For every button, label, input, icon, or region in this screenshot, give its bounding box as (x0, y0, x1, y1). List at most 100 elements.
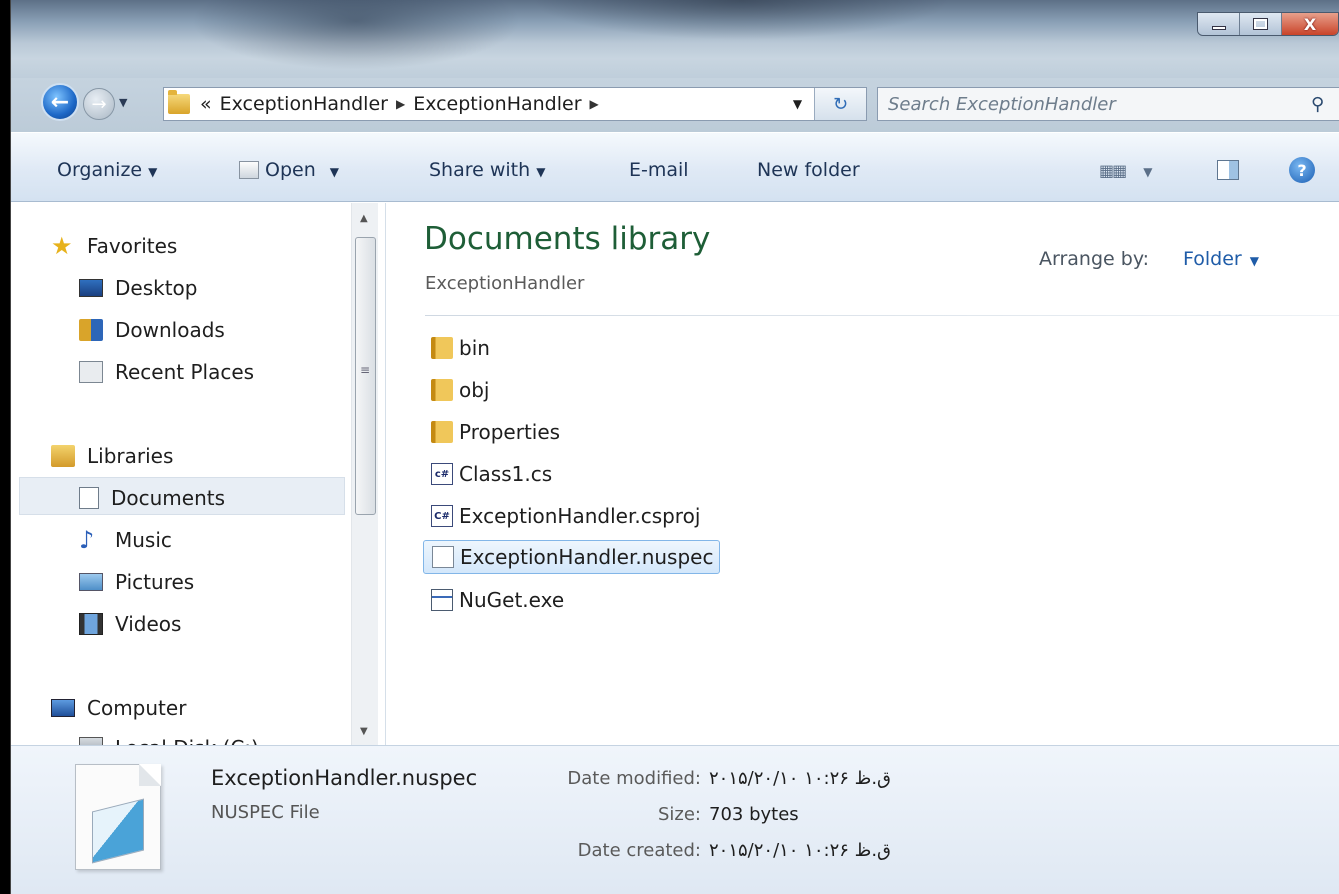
email-label: E-mail (629, 159, 689, 181)
search-input[interactable]: Search ExceptionHandler (888, 94, 1311, 115)
file-item-class1-cs[interactable]: c# Class1.cs (423, 457, 558, 491)
divider (425, 315, 1339, 316)
organize-button[interactable]: Organize ▼ (57, 159, 157, 181)
nav-scrollbar[interactable]: ▲ ≡ ▼ (351, 203, 378, 745)
breadcrumb-item[interactable]: ExceptionHandler (413, 93, 581, 115)
size-label: Size: (657, 804, 701, 825)
search-icon[interactable]: ⚲ (1311, 94, 1339, 115)
file-name: NuGet.exe (459, 588, 565, 612)
maximize-icon (1253, 18, 1268, 30)
nav-recent-places[interactable]: Recent Places (79, 357, 254, 387)
date-created-value[interactable]: ۲۰۱۵/۲۰/۱۰ ق.ظ ۱۰:۲۶ (709, 840, 891, 861)
address-bar[interactable]: « ExceptionHandler ▶ ExceptionHandler ▶ … (163, 87, 867, 121)
file-name: obj (459, 378, 490, 402)
close-button[interactable]: X (1282, 13, 1338, 35)
file-name: Properties (459, 420, 561, 444)
libraries-icon (51, 445, 75, 467)
computer-icon (51, 699, 75, 717)
videos-icon (79, 613, 103, 635)
nav-label: Computer (87, 696, 187, 720)
file-list-pane: Documents library ExceptionHandler Arran… (387, 203, 1339, 745)
file-item-properties[interactable]: Properties (423, 415, 566, 449)
maximize-button[interactable] (1240, 13, 1282, 35)
desktop-icon (79, 279, 103, 297)
file-preview-icon (75, 764, 161, 870)
preview-pane-icon[interactable] (1217, 160, 1239, 180)
file-item-nuget-exe[interactable]: NuGet.exe (423, 583, 570, 617)
date-modified-value[interactable]: ۲۰۱۵/۲۰/۱۰ ق.ظ ۱۰:۲۶ (709, 768, 891, 789)
downloads-icon (79, 319, 103, 341)
search-box[interactable]: Search ExceptionHandler ⚲ (877, 87, 1339, 121)
share-with-button[interactable]: Share with ▼ (429, 159, 545, 181)
nav-local-disk[interactable]: Local Disk (C:) (79, 733, 259, 745)
scroll-down-icon[interactable]: ▼ (360, 726, 368, 737)
open-button[interactable]: Open ▼ (239, 159, 339, 181)
file-name: Class1.cs (459, 462, 553, 486)
nav-label: Videos (115, 612, 182, 636)
breadcrumb-separator-icon[interactable]: ▶ (590, 97, 599, 111)
title-bar: X (11, 0, 1339, 78)
date-modified-label: Date modified: (567, 768, 701, 789)
notepad-icon (239, 161, 259, 179)
file-item-csproj[interactable]: C# ExceptionHandler.csproj (423, 499, 706, 533)
address-dropdown-icon[interactable]: ▼ (780, 88, 814, 120)
library-title: Documents library (424, 221, 711, 257)
nav-music[interactable]: ♪ Music (79, 525, 172, 555)
folder-icon (431, 421, 453, 443)
nav-label: Pictures (115, 570, 195, 594)
folder-icon (431, 337, 453, 359)
organize-label: Organize (57, 159, 143, 181)
chevron-down-icon: ▼ (1249, 254, 1259, 268)
help-icon[interactable]: ? (1289, 157, 1315, 183)
breadcrumb-overflow[interactable]: « (200, 93, 212, 115)
chevron-down-icon: ▼ (536, 165, 546, 179)
back-arrow-icon: ← (50, 89, 70, 115)
forward-button[interactable]: → (83, 88, 115, 120)
window-controls: X (1197, 12, 1339, 36)
folder-icon (431, 379, 453, 401)
new-folder-button[interactable]: New folder (757, 159, 860, 181)
nav-computer[interactable]: Computer (51, 693, 186, 723)
nav-label: Downloads (115, 318, 225, 342)
file-name: ExceptionHandler.nuspec (460, 545, 714, 569)
nav-desktop[interactable]: Desktop (79, 273, 197, 303)
details-file-type: NUSPEC File (211, 802, 320, 823)
arrange-by-label: Arrange by: (1039, 248, 1150, 270)
details-pane: ExceptionHandler.nuspec NUSPEC File Date… (11, 745, 1339, 894)
nav-pictures[interactable]: Pictures (79, 567, 194, 597)
history-dropdown-icon[interactable]: ▼ (119, 96, 127, 109)
file-item-obj[interactable]: obj (423, 373, 496, 407)
text-file-icon (432, 546, 454, 568)
view-grid-icon: ▦▦ (1099, 161, 1127, 180)
nav-libraries[interactable]: Libraries (51, 441, 173, 471)
nav-videos[interactable]: Videos (79, 609, 181, 639)
explorer-window: X ← → ▼ « ExceptionHandler ▶ ExceptionHa… (10, 0, 1339, 894)
nav-favorites[interactable]: ★ Favorites (51, 231, 177, 261)
nav-downloads[interactable]: Downloads (79, 315, 225, 345)
email-button[interactable]: E-mail (629, 159, 689, 181)
back-button[interactable]: ← (41, 83, 79, 121)
refresh-icon: ↻ (832, 93, 849, 115)
breadcrumb-item[interactable]: ExceptionHandler (220, 93, 388, 115)
disk-icon (79, 737, 103, 745)
chevron-down-icon: ▼ (1143, 165, 1153, 179)
minimize-icon (1211, 26, 1226, 30)
minimize-button[interactable] (1198, 13, 1240, 35)
exe-file-icon (431, 589, 453, 611)
library-subtitle: ExceptionHandler (425, 273, 585, 294)
refresh-button[interactable]: ↻ (814, 88, 866, 120)
share-with-label: Share with (429, 159, 531, 181)
command-bar: Organize ▼ Open ▼ Share with ▼ E-mail New f… (11, 132, 1339, 202)
csharp-file-icon: c# (431, 463, 453, 485)
nav-documents[interactable]: Documents (79, 483, 225, 513)
size-value: 703 bytes (709, 804, 799, 825)
arrange-by-dropdown[interactable]: Folder ▼ (1183, 248, 1259, 270)
file-item-bin[interactable]: bin (423, 331, 496, 365)
change-view-button[interactable]: ▦▦ ▼ (1099, 161, 1152, 180)
nav-label: Favorites (87, 234, 178, 258)
file-item-nuspec[interactable]: ExceptionHandler.nuspec (423, 540, 721, 574)
scroll-up-icon[interactable]: ▲ (360, 213, 368, 224)
nav-label: Recent Places (115, 360, 255, 384)
breadcrumb-separator-icon[interactable]: ▶ (396, 97, 405, 111)
forward-arrow-icon: → (91, 93, 107, 115)
